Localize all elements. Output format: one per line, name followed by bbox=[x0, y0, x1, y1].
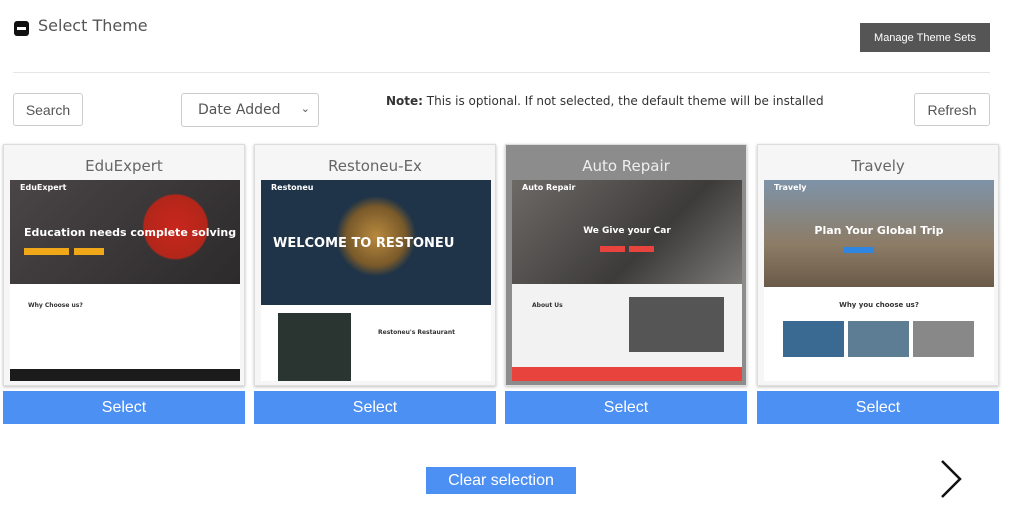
theme-card-restoneu-ex[interactable]: Restoneu-Ex Restoneu WELCOME TO RESTONEU… bbox=[254, 144, 496, 386]
chevron-right-icon[interactable] bbox=[936, 458, 970, 502]
select-button-eduexpert[interactable]: Select bbox=[3, 391, 245, 424]
clear-selection-button[interactable]: Clear selection bbox=[426, 467, 576, 494]
minus-square-icon[interactable] bbox=[14, 21, 29, 36]
select-button-restoneu-ex[interactable]: Select bbox=[254, 391, 496, 424]
theme-card-travely[interactable]: Travely Travely Plan Your Global Trip Wh… bbox=[757, 144, 999, 386]
select-button-travely[interactable]: Select bbox=[757, 391, 999, 424]
page-title: Select Theme bbox=[38, 16, 148, 35]
theme-name: EduExpert bbox=[85, 157, 163, 175]
theme-preview: Auto Repair We Give your Car About Us bbox=[512, 180, 742, 381]
refresh-button[interactable]: Refresh bbox=[914, 93, 990, 126]
theme-name: Travely bbox=[851, 157, 905, 175]
select-button-auto-repair[interactable]: Select bbox=[505, 391, 747, 424]
theme-card-auto-repair[interactable]: Auto Repair Auto Repair We Give your Car… bbox=[505, 144, 747, 386]
theme-preview: Restoneu WELCOME TO RESTONEU Restoneu's … bbox=[261, 180, 491, 381]
note-text: Note: This is optional. If not selected,… bbox=[386, 94, 824, 108]
theme-name: Restoneu-Ex bbox=[328, 157, 422, 175]
sort-value: Date Added bbox=[198, 102, 281, 118]
search-button[interactable]: Search bbox=[13, 93, 83, 126]
theme-preview: Travely Plan Your Global Trip Why you ch… bbox=[764, 180, 994, 381]
manage-theme-sets-button[interactable]: Manage Theme Sets bbox=[860, 23, 990, 52]
theme-name: Auto Repair bbox=[582, 157, 670, 175]
theme-card-eduexpert[interactable]: EduExpert EduExpert Education needs comp… bbox=[3, 144, 245, 386]
chevron-down-icon: ⌄ bbox=[300, 102, 310, 115]
divider bbox=[13, 72, 990, 73]
sort-select[interactable]: Date Added ⌄ bbox=[181, 93, 319, 127]
theme-preview: EduExpert Education needs complete solvi… bbox=[10, 180, 240, 381]
